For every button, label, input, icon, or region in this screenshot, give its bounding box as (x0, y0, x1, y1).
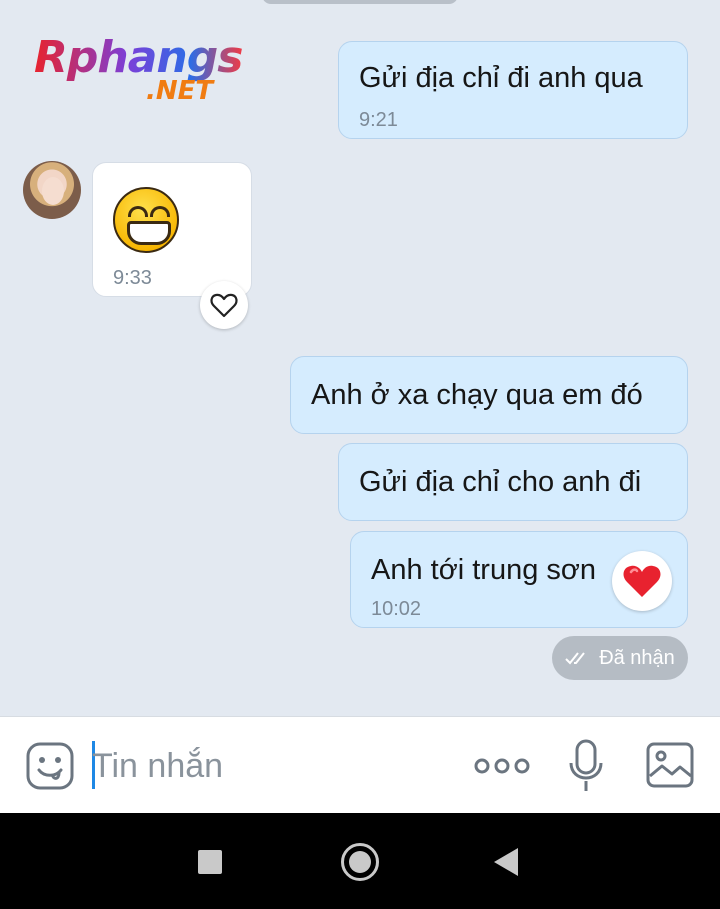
heart-outline-icon[interactable] (200, 281, 248, 329)
message-bubble-incoming[interactable]: 9:33 (92, 162, 252, 297)
message-bubble-outgoing[interactable]: Gửi địa chỉ cho anh đi (338, 443, 688, 521)
home-icon[interactable] (341, 843, 379, 881)
contact-avatar[interactable] (23, 161, 81, 219)
status-label: Đã nhận (599, 646, 675, 669)
back-icon[interactable] (494, 848, 518, 876)
microphone-icon[interactable] (568, 739, 604, 798)
watermark-logo: Rphangs .NET (34, 32, 254, 112)
message-time: 9:21 (359, 109, 398, 131)
delivery-status-badge: Đã nhận (552, 636, 688, 680)
scroll-indicator (262, 0, 458, 4)
recents-icon[interactable] (198, 850, 222, 874)
message-text: Anh tới trung sơn (371, 554, 597, 586)
sticker-icon[interactable] (26, 742, 74, 795)
message-text: Gửi địa chỉ đi anh qua (359, 62, 643, 94)
system-navigation-bar (0, 813, 720, 909)
red-heart-icon[interactable] (612, 551, 672, 611)
message-text: Anh ở xa chạy qua em đó (311, 379, 643, 411)
image-icon[interactable] (646, 742, 694, 793)
grinning-face-emoji (113, 187, 179, 253)
double-check-icon (565, 652, 585, 665)
message-text: Gửi địa chỉ cho anh đi (359, 466, 642, 498)
more-icon[interactable] (474, 755, 530, 782)
message-time: 10:02 (371, 598, 422, 620)
message-bubble-outgoing[interactable]: Gửi địa chỉ đi anh qua 9:21 (338, 41, 688, 139)
message-time: 9:33 (113, 267, 152, 289)
chat-area: Rphangs .NET Gửi địa chỉ đi anh qua 9:21… (0, 0, 720, 716)
watermark-domain: .NET (146, 76, 214, 106)
composer-bar (0, 716, 720, 813)
message-input[interactable] (92, 743, 432, 789)
message-bubble-outgoing[interactable]: Anh ở xa chạy qua em đó (290, 356, 688, 434)
